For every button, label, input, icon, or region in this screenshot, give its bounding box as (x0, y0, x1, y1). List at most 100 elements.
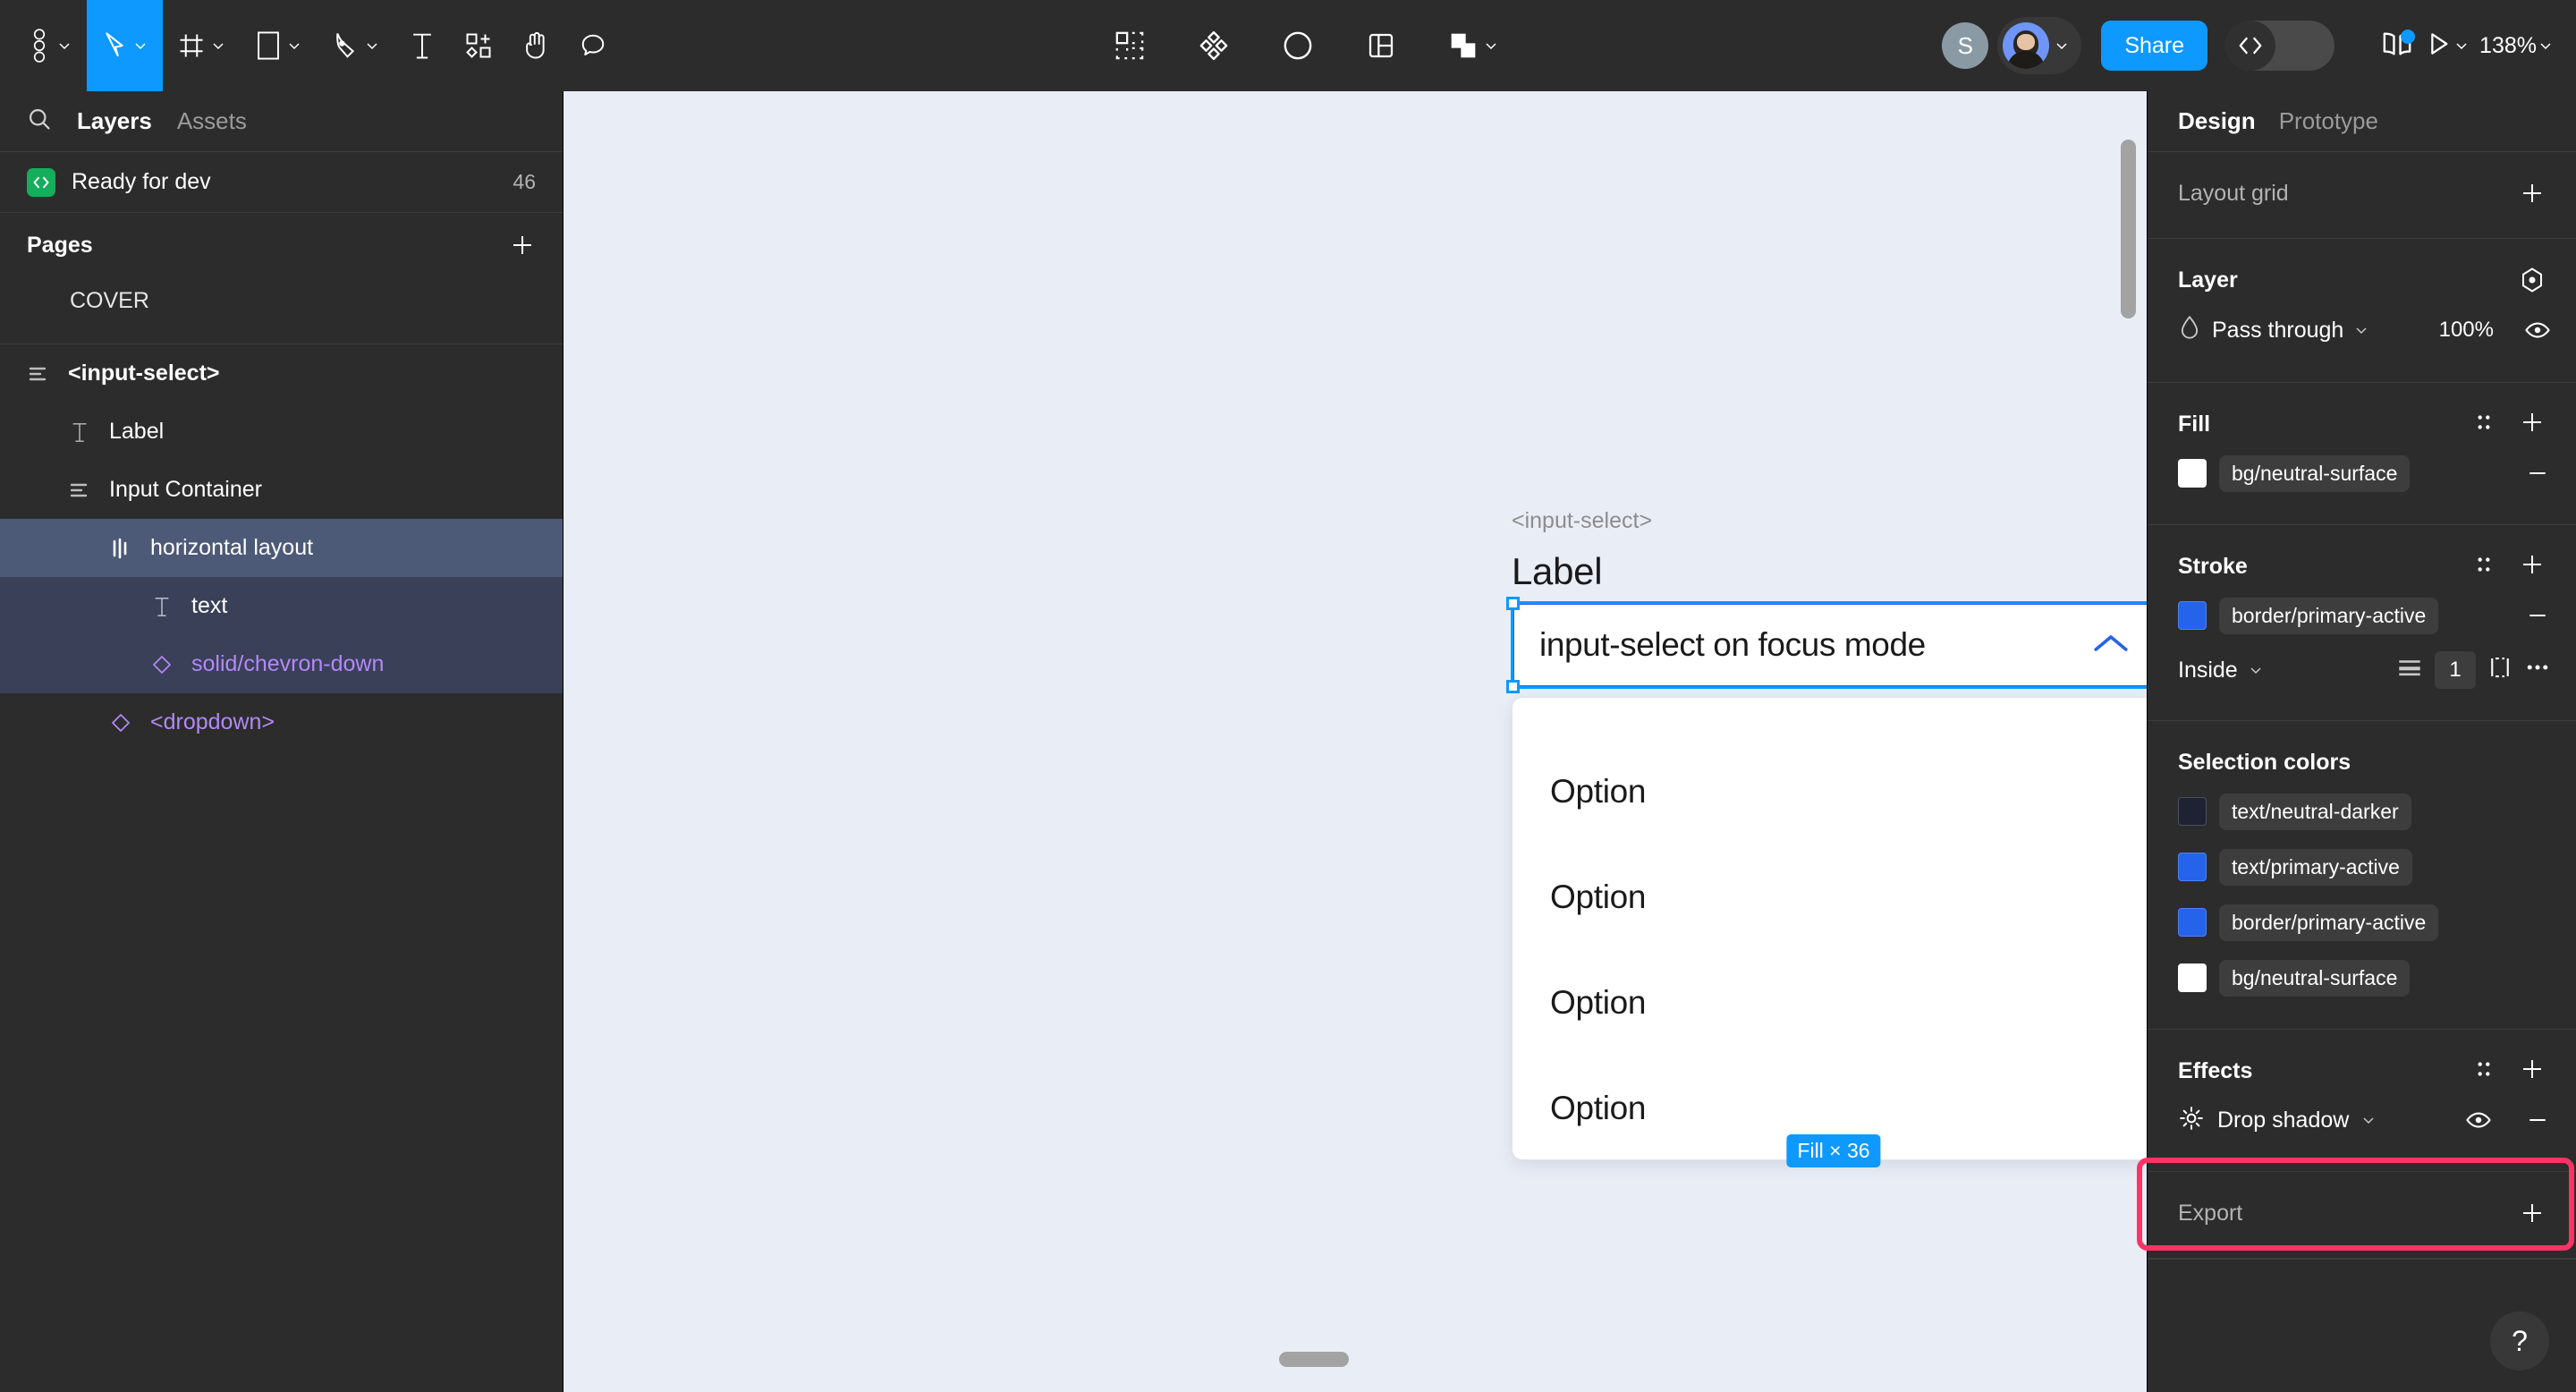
list-item[interactable]: Option (1513, 845, 2147, 950)
resize-handle-top-left[interactable] (1506, 597, 1520, 610)
blend-mode-value[interactable]: Pass through (2212, 318, 2343, 344)
chevron-down-icon (59, 43, 70, 50)
text-icon (64, 421, 95, 443)
chevron-down-icon (2363, 1117, 2374, 1125)
layer-row-dropdown[interactable]: <dropdown> (0, 693, 563, 751)
comment-tool-button[interactable] (564, 0, 622, 91)
color-swatch[interactable] (2178, 459, 2207, 488)
share-button[interactable]: Share (2101, 21, 2208, 71)
list-item[interactable]: Option (1513, 739, 2147, 845)
select-input-field[interactable]: input-select on focus mode (1506, 597, 2147, 693)
canvas-horizontal-scrollbar[interactable] (1279, 1352, 1349, 1367)
layer-settings-button[interactable] (2519, 267, 2546, 293)
remove-fill-button[interactable] (2524, 460, 2551, 487)
figma-logo-button[interactable] (13, 0, 87, 91)
color-swatch[interactable] (2178, 963, 2207, 992)
color-swatch[interactable] (2178, 601, 2207, 630)
stroke-more-button[interactable] (2524, 654, 2551, 687)
grid-layout-tool-button[interactable] (1361, 0, 1401, 91)
layer-row-label[interactable]: Label (0, 403, 563, 461)
resources-tool-button[interactable] (450, 0, 507, 91)
dev-mode-toggle[interactable] (2225, 21, 2335, 71)
stroke-token-chip[interactable]: border/primary-active (2219, 597, 2439, 634)
remove-stroke-button[interactable] (2524, 602, 2551, 629)
layer-row-horizontal-layout[interactable]: horizontal layout (0, 519, 563, 577)
avatar-group[interactable] (1997, 17, 2082, 74)
boolean-tool-button[interactable] (1444, 0, 1504, 91)
stroke-style-button[interactable] (2472, 553, 2496, 581)
ready-for-dev-row[interactable]: Ready for dev 46 (0, 152, 563, 213)
components-tool-button[interactable] (1193, 0, 1234, 91)
effects-style-button[interactable] (2472, 1057, 2496, 1085)
selection-color-token[interactable]: border/primary-active (2219, 904, 2439, 941)
help-button[interactable]: ? (2490, 1311, 2549, 1371)
hand-tool-button[interactable] (507, 0, 564, 91)
tab-assets[interactable]: Assets (177, 107, 247, 135)
effect-visibility-button[interactable] (2465, 1107, 2492, 1133)
zoom-control[interactable]: 138% (2469, 33, 2553, 59)
text-tool-button[interactable] (394, 0, 450, 91)
stroke-sides-button[interactable] (2487, 654, 2513, 687)
pen-tool-button[interactable] (317, 0, 394, 91)
present-button[interactable] (2424, 30, 2469, 63)
color-swatch[interactable] (2178, 853, 2207, 881)
page-item-cover[interactable]: COVER (0, 277, 563, 324)
autolayout-vertical-icon (64, 480, 95, 501)
chevron-up-icon[interactable] (2092, 632, 2130, 659)
add-page-button[interactable] (509, 232, 536, 259)
sun-effect-icon (2178, 1105, 2205, 1136)
top-toolbar: S Share 138% (0, 0, 2576, 91)
move-tool-button[interactable] (87, 0, 163, 91)
effects-header: Effects (2148, 1049, 2576, 1092)
stroke-weight-input[interactable]: 1 (2435, 651, 2476, 689)
avatar-initial[interactable]: S (1942, 22, 1989, 69)
chevron-down-icon (367, 43, 377, 50)
resources-book-button[interactable] (2370, 19, 2424, 72)
layer-label: <dropdown> (150, 709, 275, 734)
color-swatch[interactable] (2178, 797, 2207, 826)
chevron-down-icon (2456, 43, 2467, 50)
list-item[interactable]: Option (1513, 950, 2147, 1056)
canvas-vertical-scrollbar[interactable] (2121, 140, 2136, 318)
layer-visibility-button[interactable] (2524, 317, 2551, 344)
resize-handle-bottom-left[interactable] (1506, 680, 1520, 693)
fill-token-chip[interactable]: bg/neutral-surface (2219, 454, 2411, 492)
layer-opacity-value[interactable]: 100% (2439, 318, 2494, 343)
frame-name-label[interactable]: <input-select> (1512, 508, 2147, 534)
field-label: Label (1512, 550, 1603, 592)
add-layout-grid-button[interactable] (2519, 180, 2546, 207)
effect-type-value[interactable]: Drop shadow (2217, 1108, 2349, 1133)
components-plus-icon (465, 32, 492, 59)
chevron-down-icon (2540, 43, 2551, 50)
remove-effect-button[interactable] (2524, 1107, 2551, 1133)
layer-row-input-select[interactable]: <input-select> (0, 344, 563, 403)
tab-design[interactable]: Design (2178, 107, 2256, 135)
mask-tool-button[interactable] (1277, 0, 1318, 91)
layer-section: Layer Pass through 100% (2148, 239, 2576, 383)
add-effect-button[interactable] (2519, 1056, 2546, 1087)
slice-tool-button[interactable] (1109, 0, 1150, 91)
layer-row-text[interactable]: text (0, 577, 563, 635)
ready-for-dev-label: Ready for dev (72, 169, 211, 194)
color-swatch[interactable] (2178, 908, 2207, 937)
chevron-down-icon (213, 43, 224, 50)
tab-prototype[interactable]: Prototype (2279, 107, 2378, 135)
tab-layers[interactable]: Layers (77, 107, 152, 135)
layer-row-solid-chevron-down[interactable]: solid/chevron-down (0, 635, 563, 693)
design-canvas[interactable]: <input-select> Label input-select on foc… (564, 91, 2147, 1392)
stroke-align-button[interactable] (2395, 656, 2424, 685)
add-export-button[interactable] (2519, 1200, 2546, 1226)
frame-tool-button[interactable] (163, 0, 241, 91)
add-stroke-button[interactable] (2519, 551, 2546, 582)
add-fill-button[interactable] (2519, 409, 2546, 440)
export-section: Export (2148, 1172, 2576, 1259)
selection-color-token[interactable]: text/primary-active (2219, 848, 2412, 886)
search-icon[interactable] (27, 106, 52, 136)
stroke-position-value[interactable]: Inside (2178, 658, 2238, 683)
shape-tool-button[interactable] (241, 0, 317, 91)
selection-color-token[interactable]: text/neutral-darker (2219, 793, 2411, 830)
selection-color-token[interactable]: bg/neutral-surface (2219, 959, 2411, 997)
style-dots-icon (2478, 414, 2490, 429)
layer-row-input-container[interactable]: Input Container (0, 461, 563, 519)
fill-style-button[interactable] (2472, 411, 2496, 438)
